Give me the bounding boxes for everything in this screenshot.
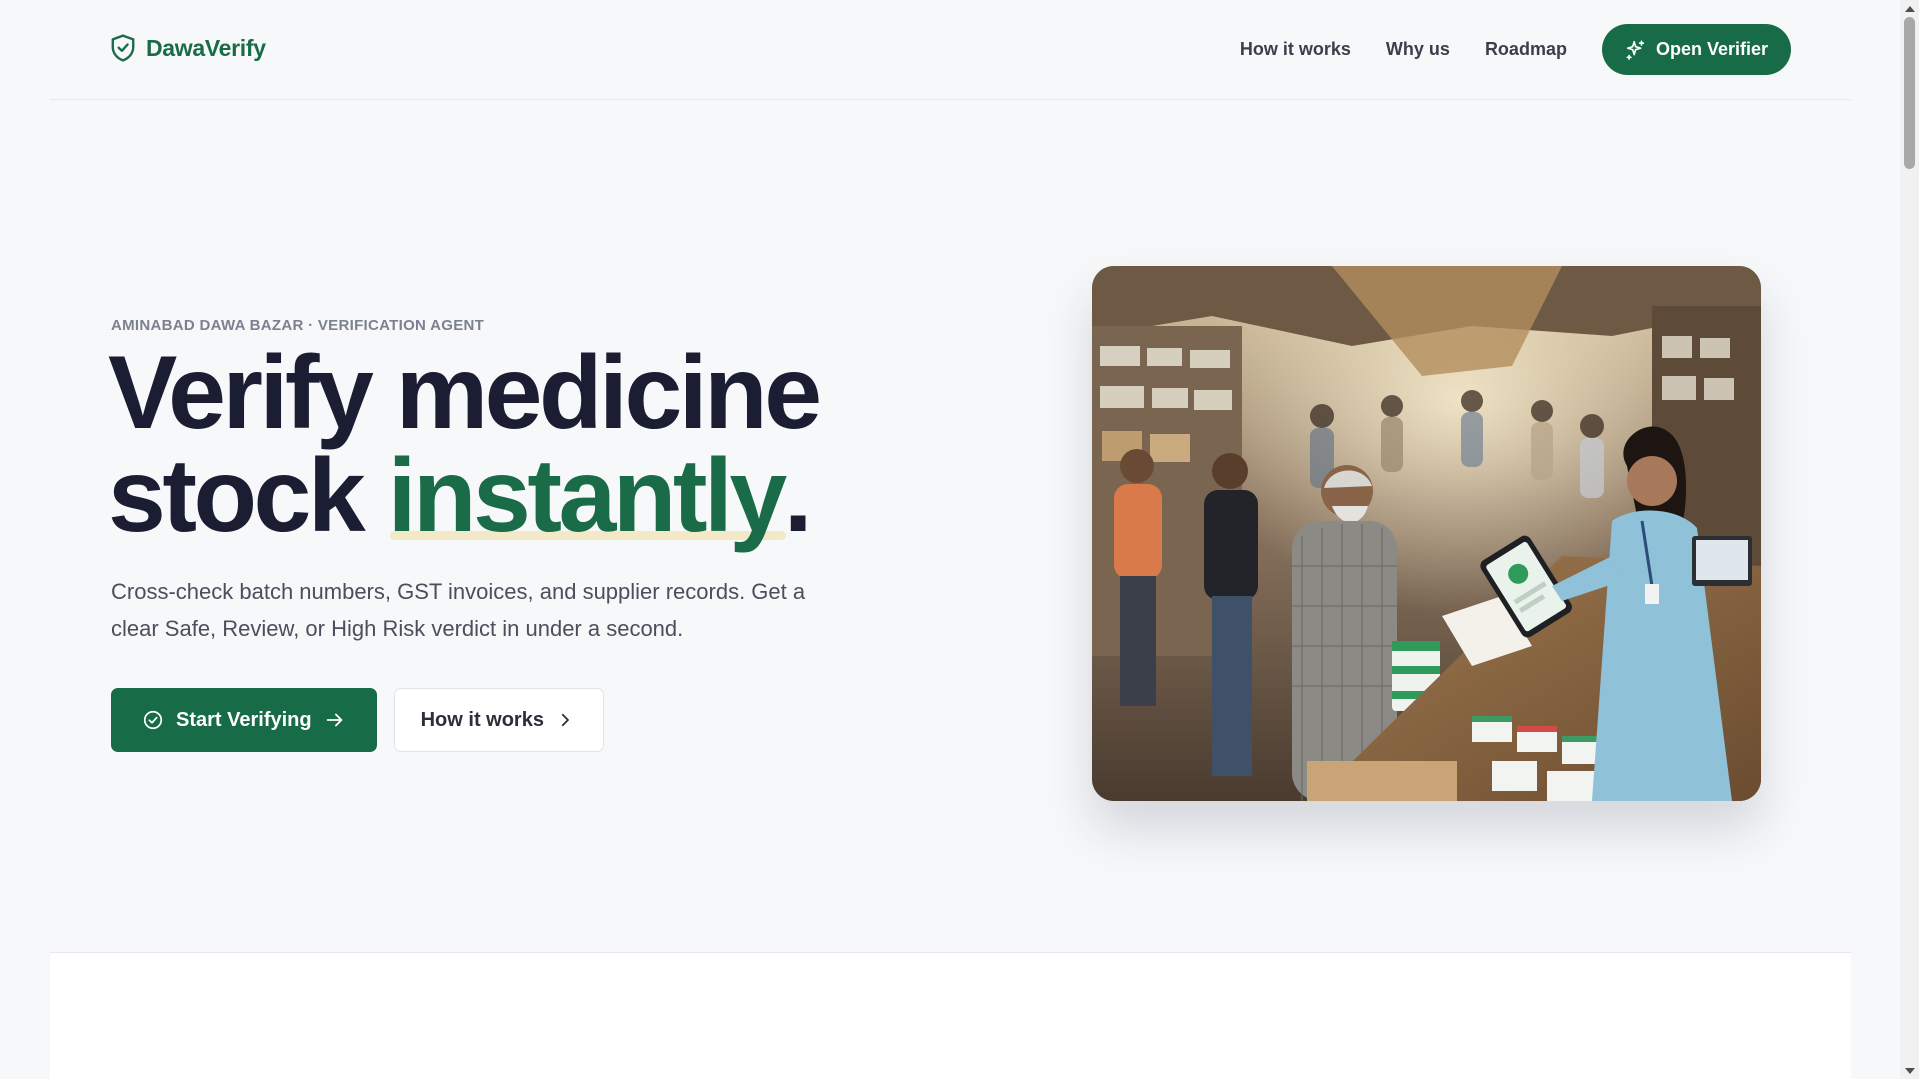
site-header: DawaVerify How it works Why us Roadmap O…: [50, 0, 1851, 100]
shield-check-icon: [111, 34, 135, 62]
nav-link-why-us[interactable]: Why us: [1386, 39, 1450, 60]
main-nav: How it works Why us Roadmap Open Verifie…: [1240, 24, 1791, 75]
headline-prefix: stock: [108, 438, 388, 554]
scroll-thumb[interactable]: [1904, 17, 1915, 169]
hero-subtext: Cross-check batch numbers, GST invoices,…: [111, 579, 806, 641]
next-section: [50, 952, 1851, 1079]
scroll-up-arrow[interactable]: [1900, 0, 1919, 17]
scroll-down-arrow[interactable]: [1900, 1062, 1919, 1079]
headline-line-1: Verify medicine: [108, 335, 822, 451]
hero-eyebrow: AMINABAD DAWA BAZAR · VERIFICATION AGENT: [111, 317, 485, 334]
hero-cta-row: Start Verifying How it works: [111, 688, 604, 752]
how-it-works-label: How it works: [420, 708, 544, 731]
hero-headline: Verify medicine stock instantly.: [108, 335, 928, 554]
start-verifying-label: Start Verifying: [176, 708, 312, 731]
chevron-right-icon: [561, 713, 569, 727]
arrow-right-icon: [326, 713, 342, 727]
how-it-works-button[interactable]: How it works: [393, 688, 604, 752]
nav-link-roadmap[interactable]: Roadmap: [1485, 39, 1567, 60]
headline-line-2: stock instantly.: [108, 438, 928, 554]
brand-name: DawaVerify: [146, 34, 266, 61]
page-scrollbar[interactable]: [1900, 0, 1919, 1079]
open-verifier-label: Open Verifier: [1655, 39, 1768, 59]
sparkles-icon: [1626, 39, 1645, 60]
nav-link-how-it-works[interactable]: How it works: [1240, 39, 1351, 60]
headline-suffix: .: [783, 438, 813, 554]
hero-image: [1092, 266, 1761, 801]
brand-logo-link[interactable]: DawaVerify: [110, 34, 266, 62]
open-verifier-button[interactable]: Open Verifier: [1601, 24, 1791, 75]
market-scene-image: [1092, 266, 1761, 801]
check-circle-icon: [143, 710, 163, 730]
headline-accent-word: instantly: [387, 438, 788, 554]
page: DawaVerify How it works Why us Roadmap O…: [0, 0, 1900, 1079]
start-verifying-button[interactable]: Start Verifying: [111, 688, 377, 752]
